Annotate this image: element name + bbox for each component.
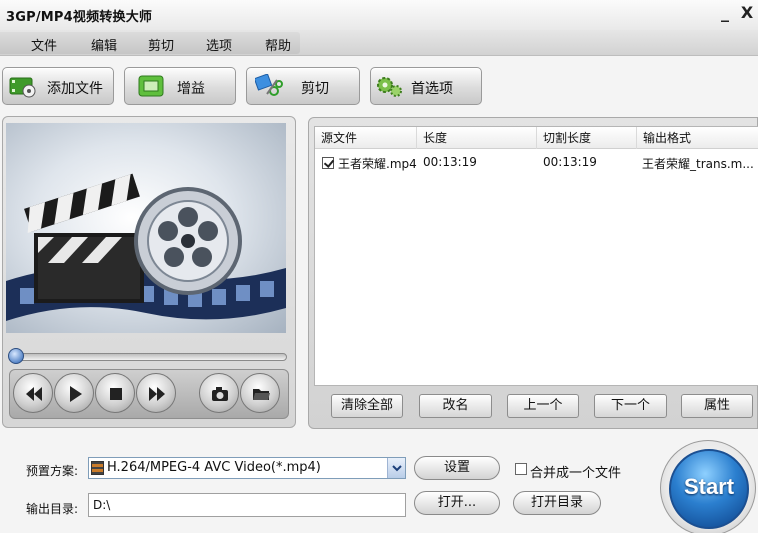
open-directory-button[interactable]: 打开目录 [513,491,601,515]
play-icon [70,386,82,402]
open-folder-button[interactable] [240,373,280,413]
chevron-down-icon [392,465,402,472]
column-output-format[interactable]: 输出格式 [637,127,758,149]
window-title: 3GP/MP4视频转换大师 [6,10,153,25]
column-source[interactable]: 源文件 [315,127,417,149]
cut-button[interactable]: 剪切 [246,67,360,105]
menu-options[interactable]: 选项 [206,35,232,54]
properties-button[interactable]: 属性 [681,394,753,418]
rewind-button[interactable] [13,373,53,413]
gain-icon [138,75,164,97]
menu-help[interactable]: 帮助 [265,35,291,54]
output-dir-label: 输出目录: [26,502,79,516]
rewind-icon [26,387,42,401]
seek-knob[interactable] [8,348,24,364]
row-length: 00:13:19 [423,155,477,169]
stop-icon [110,388,122,400]
preview-screen [6,123,286,333]
file-list-panel: 源文件 长度 切割长度 输出格式 王者荣耀.mp4 00:13:19 00:13… [308,117,758,429]
row-source: 王者荣耀.mp4 [338,157,417,171]
column-cut-length[interactable]: 切割长度 [537,127,637,149]
scissors-icon [255,74,283,96]
preview-panel [2,116,296,428]
film-add-icon [9,77,36,98]
film-strip-icon [91,461,104,475]
dropdown-button[interactable] [387,458,405,478]
preferences-button[interactable]: 首选项 [370,67,482,105]
fast-forward-button[interactable] [136,373,176,413]
fast-forward-icon [149,387,165,401]
clapperboard-film-reel-icon [6,173,286,321]
menu-edit[interactable]: 编辑 [91,35,117,54]
folder-icon [253,389,270,400]
menu-file[interactable]: 文件 [31,35,57,54]
open-button[interactable]: 打开... [414,491,500,515]
menu-bar: 文件 编辑 剪切 选项 帮助 [0,30,758,56]
preset-select[interactable]: H.264/MPEG-4 AVC Video(*.mp4) [88,457,406,479]
snapshot-button[interactable] [199,373,239,413]
preferences-label: 首选项 [411,81,453,97]
preset-label: 预置方案: [26,464,79,478]
preset-value: H.264/MPEG-4 AVC Video(*.mp4) [107,460,321,475]
clear-all-button[interactable]: 清除全部 [331,394,403,418]
row-cut-length: 00:13:19 [543,155,597,169]
gain-label: 增益 [177,81,205,97]
stop-button[interactable] [95,373,135,413]
rename-button[interactable]: 改名 [419,394,492,418]
add-file-button[interactable]: 添加文件 [2,67,114,105]
minimize-button[interactable]: _ [716,3,734,23]
output-dir-input[interactable]: D:\ [88,493,406,517]
start-label: Start [683,474,735,499]
add-file-label: 添加文件 [47,81,103,97]
play-button[interactable] [54,373,94,413]
menu-cut[interactable]: 剪切 [148,35,174,54]
move-down-button[interactable]: 下一个 [594,394,667,418]
column-length[interactable]: 长度 [417,127,537,149]
file-list[interactable]: 源文件 长度 切割长度 输出格式 王者荣耀.mp4 00:13:19 00:13… [314,126,758,386]
gain-button[interactable]: 增益 [124,67,236,105]
settings-button[interactable]: 设置 [414,456,500,480]
move-up-button[interactable]: 上一个 [507,394,579,418]
row-output: 王者荣耀_trans.m... [642,157,754,171]
file-list-header: 源文件 长度 切割长度 输出格式 [315,127,758,149]
row-checkbox[interactable] [322,157,334,169]
camera-icon [212,387,228,401]
title-bar: 3GP/MP4视频转换大师 _ X [0,0,758,30]
gears-icon [377,77,402,97]
cut-label: 剪切 [301,81,329,97]
close-button[interactable]: X [738,3,756,23]
seek-bar[interactable] [11,353,287,361]
merge-label: 合并成一个文件 [530,466,622,481]
merge-checkbox[interactable] [515,463,527,475]
